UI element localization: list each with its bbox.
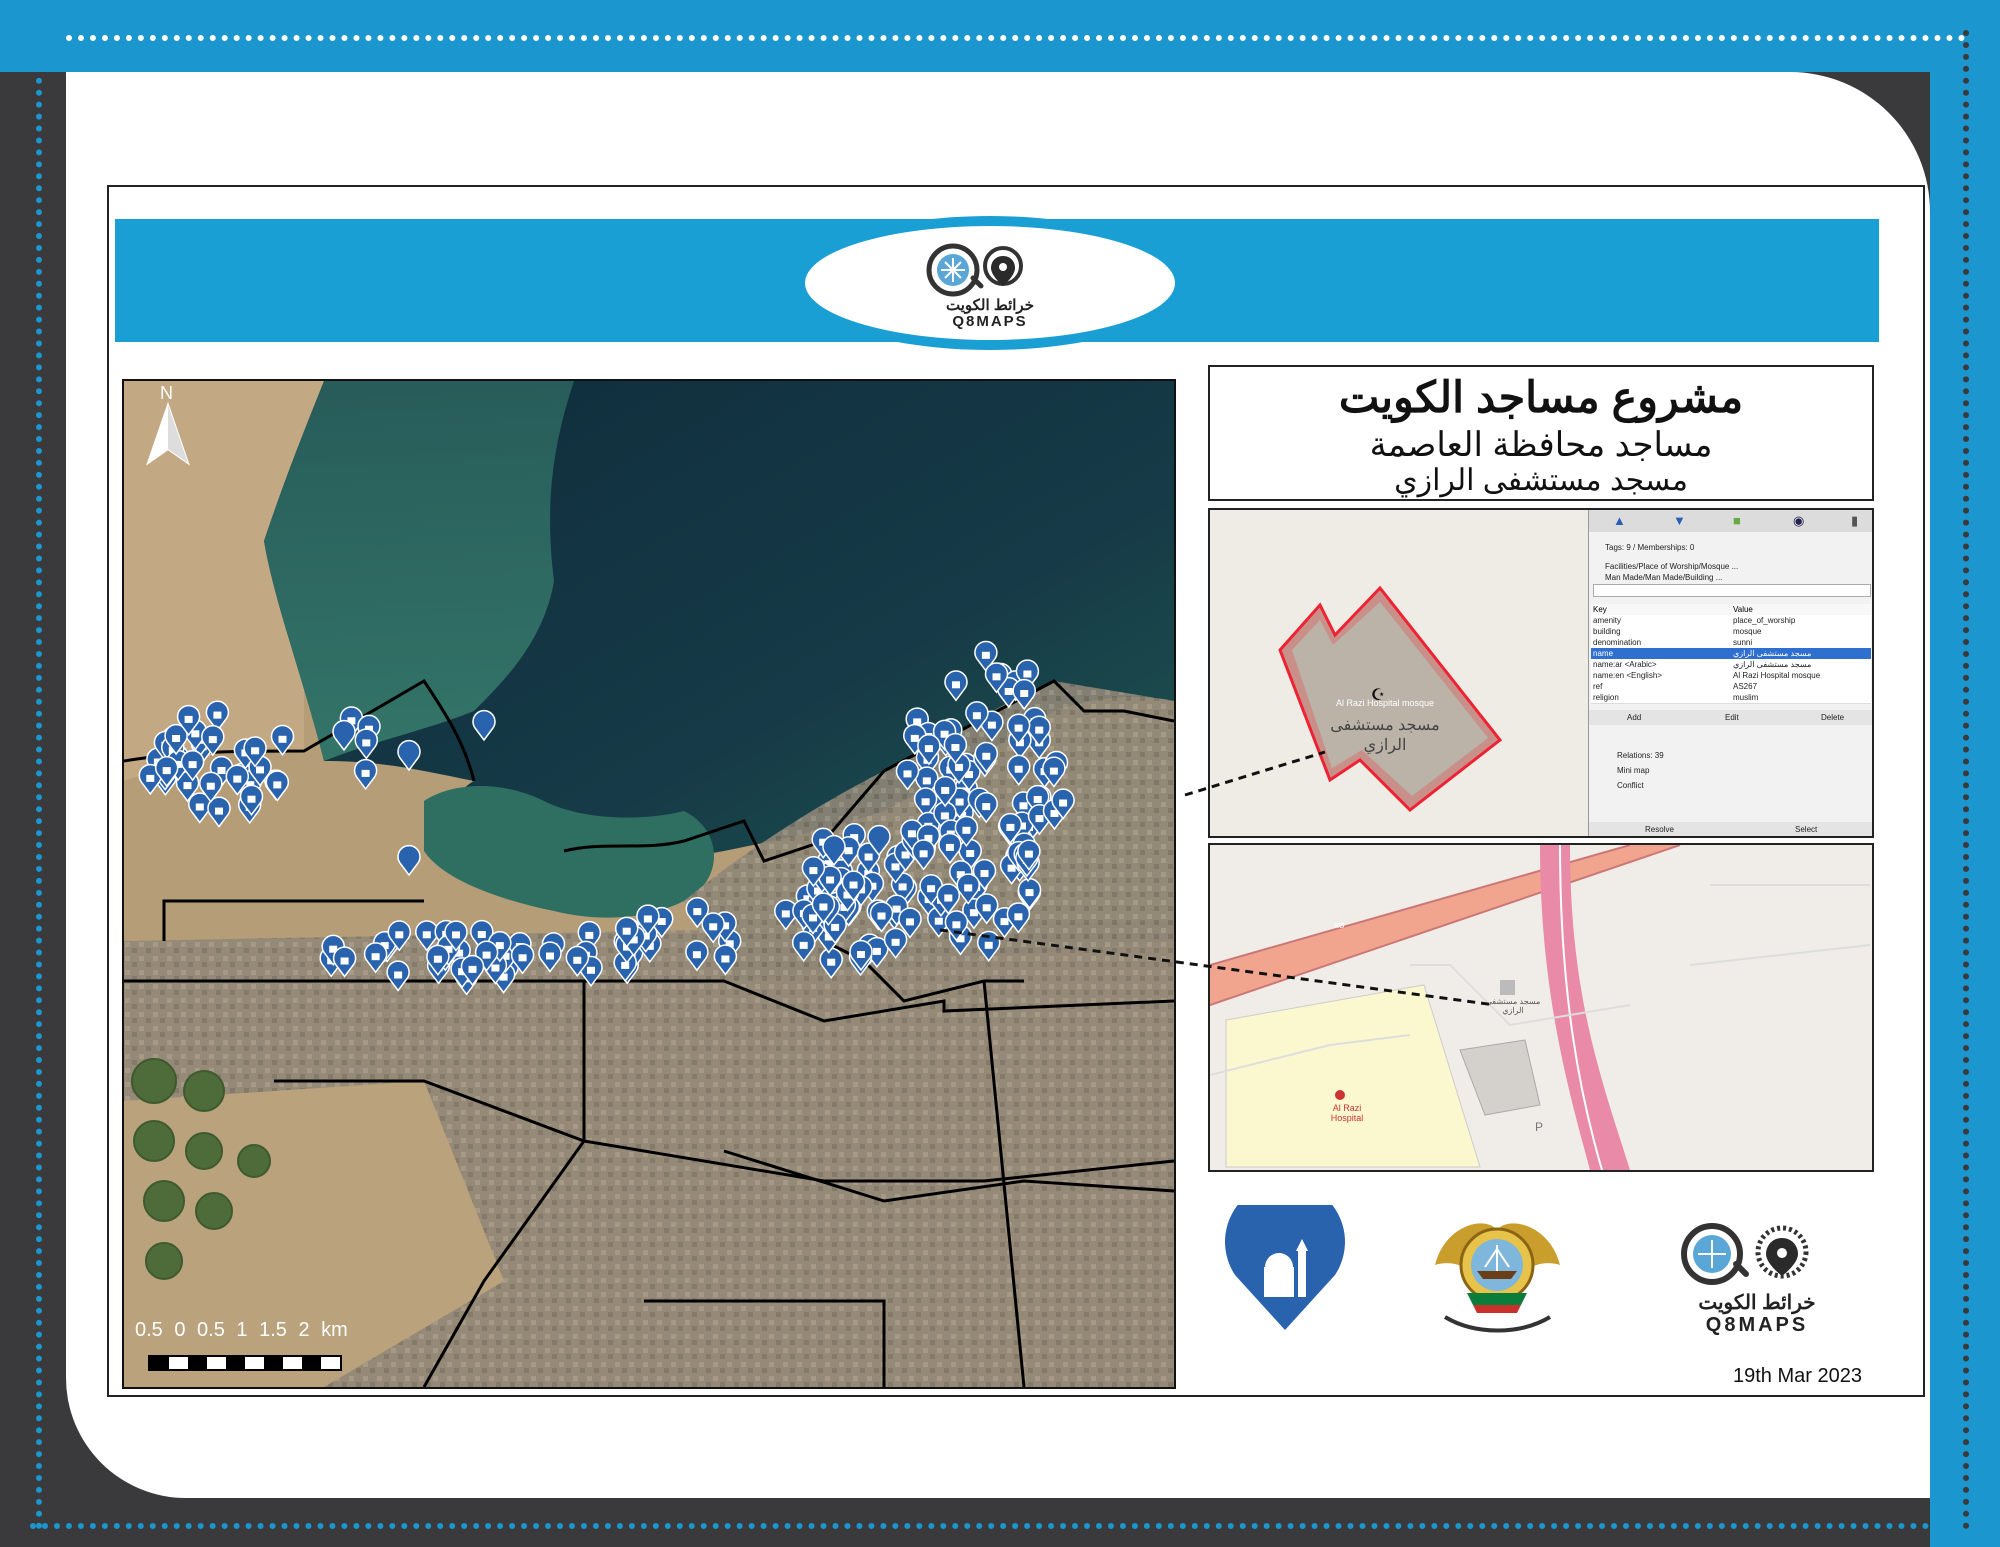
mosque-marker-logo <box>1220 1181 1350 1335</box>
ministry-emblem <box>1425 1205 1570 1340</box>
q8maps-bottom-logo-icon <box>1681 1223 1809 1285</box>
map-date: 19th Mar 2023 <box>1733 1365 1862 1387</box>
q8maps-bottom-logo: خرائط الكويت Q8MAPS <box>1642 1220 1872 1336</box>
bottom-logo-text-en: Q8MAPS <box>1705 1314 1809 1336</box>
bottom-logo-text-ar: خرائط الكويت <box>1698 1292 1816 1314</box>
mosque-marker-icon <box>1225 1181 1345 1330</box>
kuwait-emblem-icon <box>1435 1223 1560 1333</box>
